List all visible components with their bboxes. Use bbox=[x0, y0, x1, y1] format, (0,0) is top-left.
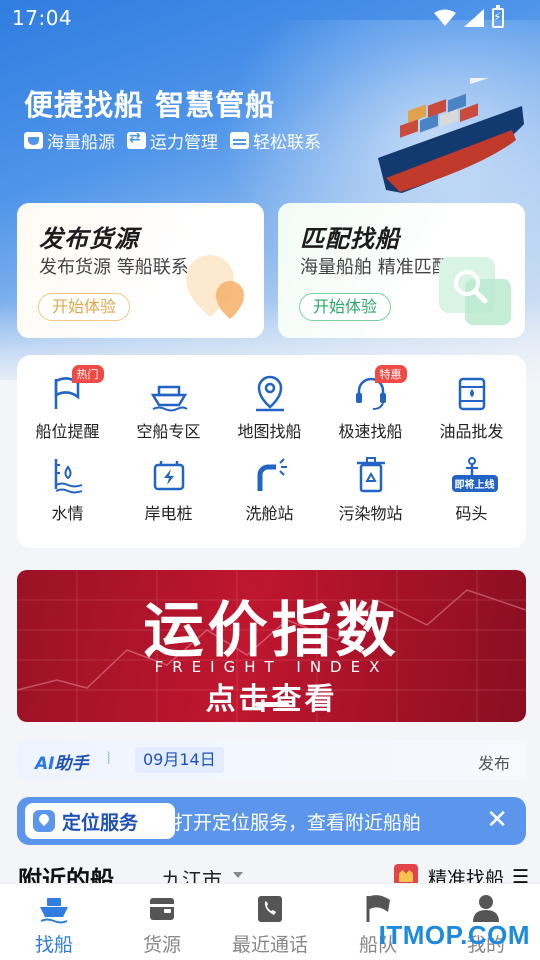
card-title: 匹配找船 bbox=[300, 225, 400, 253]
grid-item-label: 洗舱站 bbox=[245, 504, 294, 523]
hero-headline: 便捷找船 智慧管船 bbox=[24, 88, 276, 122]
start-button[interactable]: 开始体验 bbox=[299, 293, 392, 321]
hero-tag-label: 轻松联系 bbox=[253, 133, 321, 153]
phone-icon bbox=[254, 892, 286, 924]
empty-ship-icon bbox=[149, 373, 189, 413]
banner-cta: 点击查看 bbox=[205, 682, 338, 717]
publish-cargo-card[interactable]: 发布货源 发布货源 等船联系 开始体验 bbox=[17, 203, 264, 338]
water-level-icon bbox=[48, 455, 88, 495]
nav-label: 最近通话 bbox=[231, 934, 308, 956]
wallet-icon bbox=[146, 892, 178, 924]
carousel-indicator bbox=[255, 702, 289, 707]
grid-item-label: 水情 bbox=[51, 504, 84, 523]
search-decoration-icon bbox=[439, 257, 511, 325]
cargo-ship-illustration bbox=[378, 78, 524, 193]
sound-wave-icon: ⦚ bbox=[107, 749, 111, 768]
location-pin-icon bbox=[33, 810, 55, 832]
ai-publish-text: 发布 bbox=[477, 754, 510, 773]
ship-source-icon bbox=[24, 132, 43, 149]
location-service-pill: 定位服务 bbox=[25, 803, 175, 839]
hero-tag: 轻松联系 bbox=[230, 128, 321, 153]
hero-tag-label: 海量船源 bbox=[47, 133, 115, 153]
grid-item-dock[interactable]: 即将上线 码头 bbox=[421, 455, 522, 524]
match-ship-card[interactable]: 匹配找船 海量船舶 精准匹配 开始体验 bbox=[278, 203, 525, 338]
map-pin-icon bbox=[250, 373, 290, 413]
hero-tag: 海量船源 bbox=[24, 128, 115, 153]
location-pill-label: 定位服务 bbox=[62, 812, 139, 834]
banner-title: 运价指数 bbox=[143, 596, 400, 666]
nav-label: 找船 bbox=[34, 934, 73, 956]
start-button[interactable]: 开始体验 bbox=[38, 293, 131, 321]
location-prompt: 打开定位服务，查看附近船舶 bbox=[174, 812, 422, 834]
nav-label: 货源 bbox=[142, 934, 181, 956]
location-service-bar[interactable]: 定位服务 打开定位服务，查看附近船舶 ✕ bbox=[17, 797, 526, 845]
grid-item-pollutant-station[interactable]: 污染物站 bbox=[320, 455, 421, 524]
anchor-icon: 即将上线 bbox=[451, 455, 498, 495]
grid-item-oil-wholesale[interactable]: 油品批发 bbox=[421, 373, 522, 442]
card-subtitle: 海量船舶 精准匹配 bbox=[300, 257, 450, 278]
grid-item-label: 地图找船 bbox=[237, 422, 302, 441]
flag-alert-icon: 热门 bbox=[48, 365, 104, 413]
contact-card-icon bbox=[230, 132, 249, 149]
card-subtitle: 发布货源 等船联系 bbox=[39, 257, 189, 278]
location-pin-decoration-icon bbox=[186, 255, 244, 319]
ship-icon bbox=[38, 892, 70, 924]
ai-date: 09月14日 bbox=[135, 747, 224, 773]
headset-icon: 特惠 bbox=[351, 365, 407, 413]
grid-item-tank-wash[interactable]: 洗舱站 bbox=[219, 455, 320, 524]
signal-icon bbox=[464, 9, 484, 27]
grid-item-label: 污染物站 bbox=[338, 504, 403, 523]
grid-item-label: 船位提醒 bbox=[35, 422, 100, 441]
hero-tags: 海量船源 运力管理 轻松联系 bbox=[24, 128, 321, 153]
nav-recent-calls[interactable]: 最近通话 bbox=[216, 892, 324, 957]
ai-assistant-bar[interactable]: AI助手 ⦚ 09月14日 发布 bbox=[17, 740, 526, 780]
hot-badge: 热门 bbox=[71, 365, 104, 383]
chevron-down-icon bbox=[233, 872, 243, 878]
grid-item-berth-alert[interactable]: 热门 船位提醒 bbox=[17, 365, 118, 442]
grid-item-label: 码头 bbox=[455, 504, 488, 523]
grid-item-label: 极速找船 bbox=[338, 422, 403, 441]
hero-tag: 运力管理 bbox=[127, 128, 218, 153]
status-icons bbox=[434, 5, 504, 28]
coming-soon-badge: 即将上线 bbox=[451, 475, 498, 492]
wash-pipe-icon bbox=[250, 455, 290, 495]
ai-assistant-logo: AI助手 bbox=[35, 754, 89, 774]
status-time: 17:04 bbox=[12, 6, 73, 30]
service-grid: 热门 船位提醒 空船专区 地图找船 特惠 极速找船 油品批发 水情 岸电桩 洗舱… bbox=[17, 355, 526, 548]
status-bar: 17:04 bbox=[0, 0, 540, 36]
transport-icon bbox=[127, 130, 146, 149]
card-title: 发布货源 bbox=[39, 225, 139, 253]
oil-barrel-icon bbox=[452, 373, 492, 413]
close-icon[interactable]: ✕ bbox=[486, 806, 508, 834]
recycle-bin-icon bbox=[351, 455, 391, 495]
grid-item-fast-ship[interactable]: 特惠 极速找船 bbox=[320, 365, 421, 442]
nav-find-ship[interactable]: 找船 bbox=[0, 892, 108, 957]
grid-item-empty-ship[interactable]: 空船专区 bbox=[118, 373, 219, 442]
grid-item-label: 油品批发 bbox=[439, 422, 504, 441]
grid-item-label: 岸电桩 bbox=[144, 504, 193, 523]
grid-item-water-level[interactable]: 水情 bbox=[17, 455, 118, 524]
grid-item-shore-power[interactable]: 岸电桩 bbox=[118, 455, 219, 524]
watermark: ITMOP.COM bbox=[378, 920, 530, 950]
grid-item-label: 空船专区 bbox=[136, 422, 201, 441]
nav-cargo[interactable]: 货源 bbox=[108, 892, 216, 957]
charging-pile-icon bbox=[149, 455, 189, 495]
grid-item-map-ship[interactable]: 地图找船 bbox=[219, 373, 320, 442]
battery-icon bbox=[492, 5, 504, 28]
discount-badge: 特惠 bbox=[374, 365, 407, 383]
hero-tag-label: 运力管理 bbox=[150, 133, 218, 153]
wifi-icon bbox=[434, 9, 456, 26]
freight-index-banner[interactable]: 运价指数 FREIGHT INDEX 点击查看 bbox=[17, 570, 526, 722]
